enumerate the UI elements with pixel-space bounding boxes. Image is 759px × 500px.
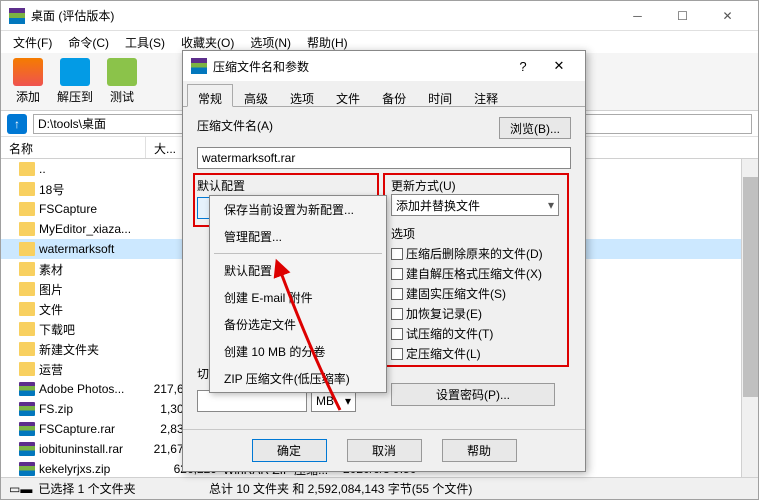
tab-options[interactable]: 选项 [279,84,325,106]
tab-backup[interactable]: 备份 [371,84,417,106]
tab-row: 常规 高级 选项 文件 备份 时间 注释 [183,81,585,107]
archive-icon [19,442,35,456]
tab-advanced[interactable]: 高级 [233,84,279,106]
file-name: 文件 [39,301,147,318]
folder-icon [19,322,35,336]
folder-icon [19,202,35,216]
maximize-button[interactable]: ☐ [660,2,705,30]
file-name: 图片 [39,281,147,298]
folder-icon [19,242,35,256]
menu-manage-config[interactable]: 管理配置... [210,223,386,250]
file-name: MyEditor_xiaza... [39,222,147,236]
dialog-title: 压缩文件名和参数 [213,58,505,75]
dialog-icon [191,58,207,74]
file-name: watermarksoft [39,242,147,256]
scrollbar[interactable] [741,159,758,477]
status-selected: 已选择 1 个文件夹 [38,480,135,497]
archive-icon [19,422,35,436]
file-name: 素材 [39,261,147,278]
file-name: 下载吧 [39,321,147,338]
app-icon [9,8,25,24]
disk-icon: ▭▬ [9,482,32,496]
browse-button[interactable]: 浏览(B)... [499,117,571,139]
menu-save-config[interactable]: 保存当前设置为新配置... [210,196,386,223]
toolbar-extract[interactable]: 解压到 [51,56,99,107]
dialog-close-button[interactable]: ✕ [541,58,577,74]
scroll-thumb[interactable] [743,177,758,397]
status-total: 总计 10 文件夹 和 2,592,084,143 字节(55 个文件) [209,480,750,497]
main-titlebar: 桌面 (评估版本) ─ ☐ ✕ [1,1,758,31]
statusbar: ▭▬ 已选择 1 个文件夹 总计 10 文件夹 和 2,592,084,143 字… [1,477,758,499]
file-name: FSCapture [39,202,147,216]
tab-general[interactable]: 常规 [187,84,233,107]
menu-command[interactable]: 命令(C) [60,32,117,53]
folder-icon [19,282,35,296]
menu-tools[interactable]: 工具(S) [117,32,173,53]
archive-icon [19,462,35,476]
file-name: 18号 [39,181,147,198]
folder-icon [19,182,35,196]
dialog-titlebar: 压缩文件名和参数 ? ✕ [183,51,585,81]
archive-icon [19,382,35,396]
dialog-help-button[interactable]: ? [505,59,541,74]
up-button[interactable]: ↑ [7,114,27,134]
menu-file[interactable]: 文件(F) [5,32,60,53]
annotation-arrow [270,250,360,420]
folder-icon [19,162,35,176]
file-name: 新建文件夹 [39,341,147,358]
file-name: iobituninstall.rar [39,442,147,456]
minimize-button[interactable]: ─ [615,2,660,30]
folder-icon [19,362,35,376]
file-name: FSCapture.rar [39,422,147,436]
toolbar-test[interactable]: 测试 [101,56,143,107]
ok-button[interactable]: 确定 [252,439,327,462]
col-name[interactable]: 名称 [1,137,146,158]
tab-files[interactable]: 文件 [325,84,371,106]
toolbar-add[interactable]: 添加 [7,56,49,107]
password-button[interactable]: 设置密码(P)... [391,383,555,406]
window-title: 桌面 (评估版本) [31,7,615,24]
archive-name-field[interactable] [197,147,571,169]
tab-time[interactable]: 时间 [417,84,463,106]
tab-comment[interactable]: 注释 [463,84,509,106]
folder-icon [19,342,35,356]
highlight-box-2 [383,173,569,367]
folder-icon [19,302,35,316]
folder-icon [19,262,35,276]
archive-icon [19,402,35,416]
dialog-footer: 确定 取消 帮助 [183,429,585,471]
file-name: kekelyrjxs.zip [39,462,147,476]
file-name: FS.zip [39,402,147,416]
close-button[interactable]: ✕ [705,2,750,30]
folder-icon [19,222,35,236]
file-name: .. [39,162,147,176]
help-button[interactable]: 帮助 [442,439,517,462]
file-name: Adobe Photos... [39,382,147,396]
file-name: 运营 [39,361,147,378]
cancel-button[interactable]: 取消 [347,439,422,462]
